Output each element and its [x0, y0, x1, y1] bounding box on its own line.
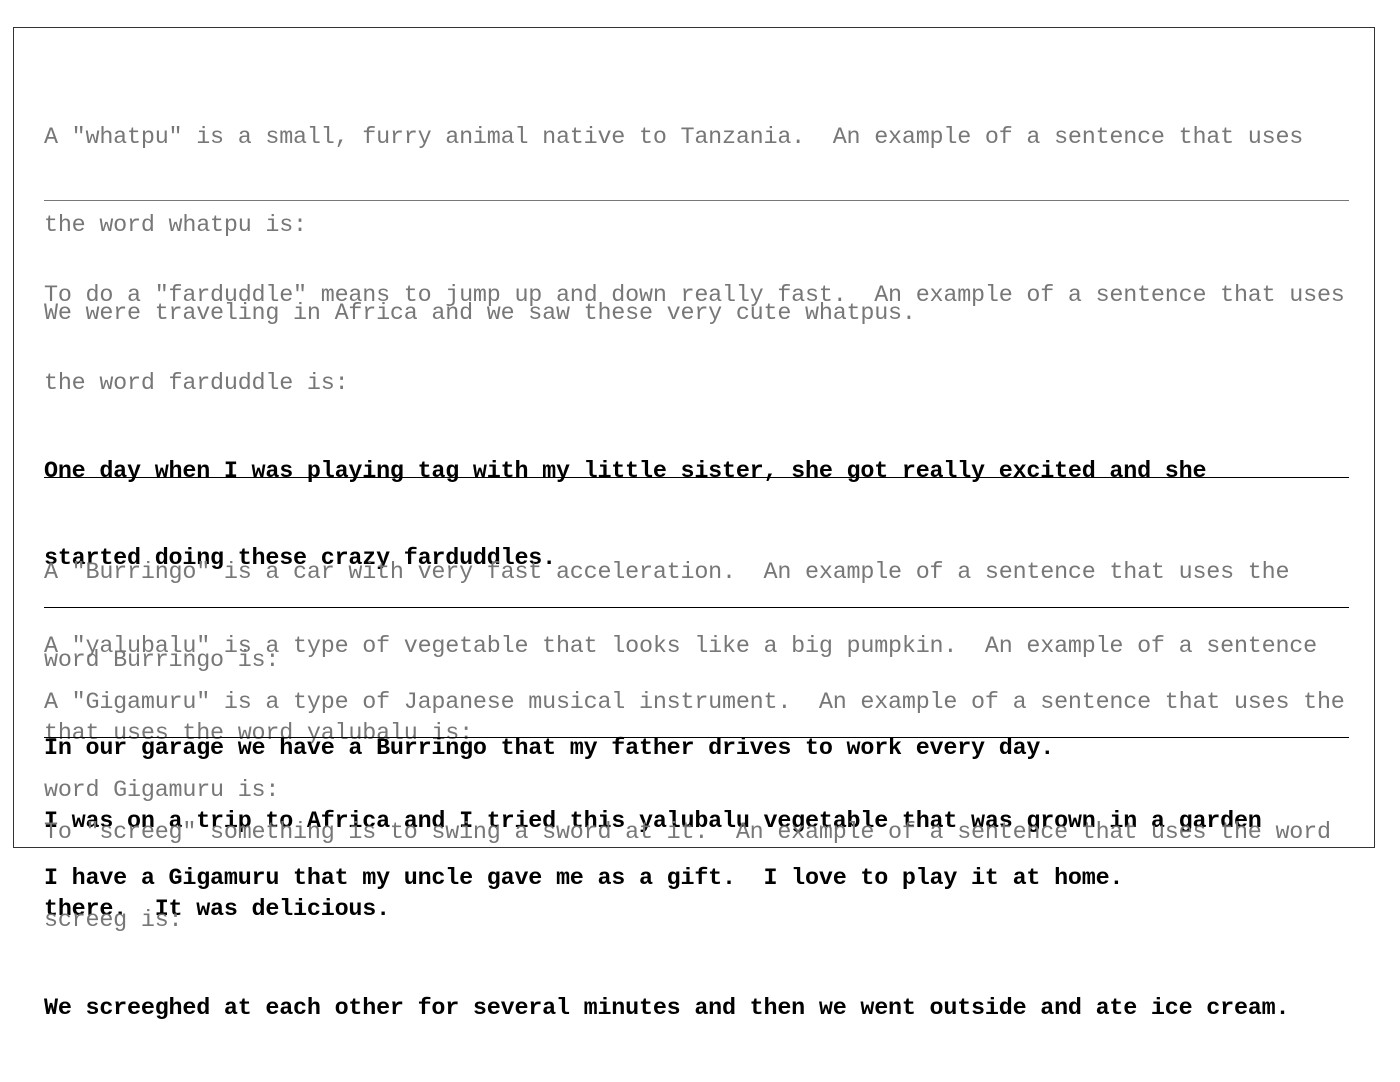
separator — [44, 607, 1349, 608]
prompt-line: A "Burringo" is a car with very fast acc… — [44, 560, 1290, 587]
separator — [44, 477, 1349, 478]
separator — [44, 200, 1349, 201]
prompt-line: To do a "farduddle" means to jump up and… — [44, 283, 1345, 310]
prompt-line: To "screeg" something is to swing a swor… — [44, 820, 1331, 847]
prompt-line: A "whatpu" is a small, furry animal nati… — [44, 125, 1304, 152]
prompt-line: screeg is: — [44, 908, 183, 935]
prompt-line: A "Gigamuru" is a type of Japanese music… — [44, 690, 1345, 717]
example-block-screeg: To "screeg" something is to swing a swor… — [44, 761, 1349, 1082]
separator — [44, 737, 1349, 738]
completion-line: We screeghed at each other for several m… — [44, 995, 1290, 1022]
figure-frame: A "whatpu" is a small, furry animal nati… — [13, 27, 1375, 1022]
prompt-line: the word farduddle is: — [44, 371, 349, 398]
completion-line: One day when I was playing tag with my l… — [44, 458, 1207, 485]
